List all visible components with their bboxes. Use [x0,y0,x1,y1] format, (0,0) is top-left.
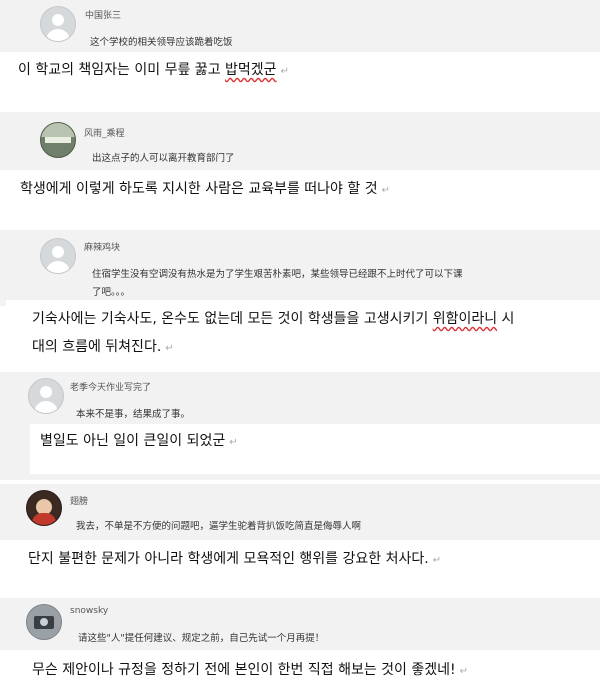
paragraph-mark-icon: ↵ [381,185,390,196]
comment-username[interactable]: 风雨_乘程 [84,126,125,139]
paragraph-mark-icon: ↵ [280,66,289,77]
paragraph-mark-icon: ↵ [165,343,174,354]
comment-text: 我去，不单是不方便的问题吧，逼学生驼着背扒饭吃简直是侮辱人啊 [76,521,362,532]
comment-username[interactable]: 老季今天作业写完了 [70,380,151,393]
translation-box: 기숙사에는 기숙사도, 온수도 없는데 모든 것이 학생들을 고생시키기 위함이… [6,300,600,364]
comment-text-line: 住宿学生没有空调没有热水是为了学生艰苦朴素吧，某些领导已经跟不上时代了可以下课 [92,269,463,280]
default-avatar-icon[interactable] [40,238,76,274]
comment-card: 风雨_乘程 出这点子的人可以离开教育部门了 [0,112,600,170]
translation-text: 별일도 아닌 일이 큰일이 되었군 ↵ [40,433,238,449]
translation-box: 이 학교의 책임자는 이미 무릎 꿇고 밥먹겠군 ↵ [6,53,600,107]
translation-text: 무슨 제안이나 규정을 정하기 전에 본인이 한번 직접 해보는 것이 좋겠네!… [32,662,469,678]
translation-text: 학생에게 이렇게 하도록 지시한 사람은 교육부를 떠나야 할 것 ↵ [20,181,390,197]
comment-text: 本来不是事，结果成了事。 [76,409,191,420]
comment-text: 这个学校的相关领导应该跪着吃饭 [90,37,233,48]
paragraph-mark-icon: ↵ [459,666,469,677]
translation-box: 별일도 아닌 일이 큰일이 되었군 ↵ [30,424,600,474]
translation-box: 학생에게 이렇게 하도록 지시한 사람은 교육부를 떠나야 할 것 ↵ [6,172,600,212]
translation-text: 이 학교의 책임자는 이미 무릎 꿇고 밥먹겠군 ↵ [18,62,289,78]
comment-card: snowsky 请这些"人"提任何建议、规定之前，自己先试一个月再提！ [0,598,600,650]
comment-text: 请这些"人"提任何建议、规定之前，自己先试一个月再提！ [78,633,325,644]
spellcheck-underline: 밥먹겠군 [225,62,277,78]
default-avatar-icon[interactable] [28,378,64,414]
default-avatar-icon[interactable] [40,6,76,42]
comment-text: 出这点子的人可以离开教育部门了 [92,153,235,164]
comment-card: 翅膀 我去，不单是不方便的问题吧，逼学生驼着背扒饭吃简直是侮辱人啊 [0,484,600,540]
paragraph-mark-icon: ↵ [432,555,442,566]
comment-card: 麻辣鸡块 住宿学生没有空调没有热水是为了学生艰苦朴素吧，某些领导已经跟不上时代了… [0,230,600,306]
translation-box: 무슨 제안이나 규정을 정하기 전에 본인이 한번 직접 해보는 것이 좋겠네!… [0,652,600,688]
landscape-avatar-icon[interactable] [40,122,76,158]
translation-box: 단지 불편한 문제가 아니라 학생에게 모욕적인 행위를 강요한 처사다. ↵ [14,540,600,596]
comment-text-line: 了吧。。。 [92,287,131,298]
paragraph-mark-icon: ↵ [229,437,238,448]
translation-text-line: 기숙사에는 기숙사도, 온수도 없는데 모든 것이 학생들을 고생시키기 위함이… [32,311,515,327]
comment-username[interactable]: snowsky [70,606,108,616]
child-photo-avatar-icon[interactable] [26,490,62,526]
translation-text: 단지 불편한 문제가 아니라 학생에게 모욕적인 행위를 강요한 처사다. ↵ [28,551,442,567]
comment-username[interactable]: 麻辣鸡块 [84,240,120,253]
translation-text-line: 대의 흐름에 뒤쳐진다. ↵ [32,339,174,355]
camera-photo-avatar-icon[interactable] [26,604,62,640]
comment-username[interactable]: 中国张三 [85,8,121,21]
comment-username[interactable]: 翅膀 [70,494,88,507]
comment-card: 中国张三 这个学校的相关领导应该跪着吃饭 [0,0,600,52]
spellcheck-underline: 위함이라니 [432,311,498,327]
